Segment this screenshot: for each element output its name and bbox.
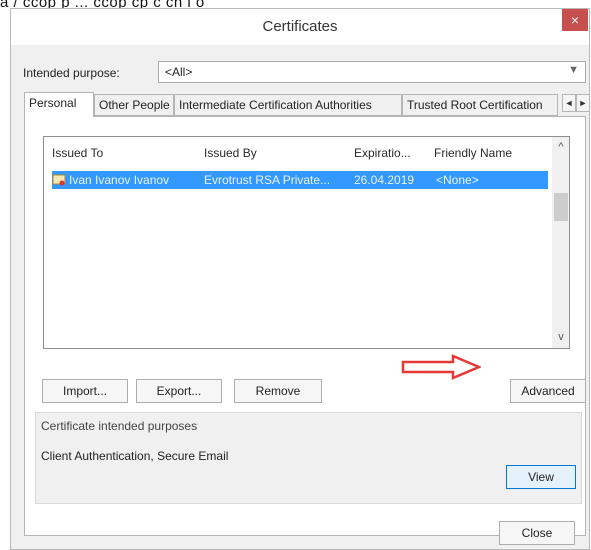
cell-issued-to: Ivan Ivanov Ivanov bbox=[69, 173, 170, 187]
column-expiration[interactable]: Expiratio... bbox=[354, 146, 411, 160]
intended-purposes-text: Client Authentication, Secure Email bbox=[41, 449, 229, 463]
cell-issued-by: Evrotrust RSA Private... bbox=[204, 173, 331, 187]
intended-purposes-groupbox: Certificate intended purposes Client Aut… bbox=[35, 412, 582, 504]
scroll-up-icon[interactable]: ^ bbox=[552, 141, 569, 157]
export-button[interactable]: Export... bbox=[136, 379, 222, 403]
certificates-dialog: Certificates × Intended purpose: <All> ▼… bbox=[10, 8, 590, 550]
certificate-icon bbox=[52, 174, 66, 186]
table-row[interactable]: Ivan Ivanov Ivanov Evrotrust RSA Private… bbox=[52, 171, 548, 189]
column-issued-to[interactable]: Issued To bbox=[52, 146, 103, 160]
window-title: Certificates bbox=[262, 18, 338, 35]
close-icon[interactable]: × bbox=[562, 9, 588, 31]
vertical-scrollbar[interactable]: ^ v bbox=[552, 137, 569, 348]
advanced-button[interactable]: Advanced bbox=[510, 379, 586, 403]
close-button[interactable]: Close bbox=[499, 521, 575, 545]
title-bar: Certificates × bbox=[11, 9, 589, 45]
tab-scroll-right-icon[interactable]: ► bbox=[576, 94, 590, 112]
intended-purposes-title: Certificate intended purposes bbox=[41, 419, 198, 433]
intended-purpose-value: <All> bbox=[165, 65, 193, 79]
scroll-thumb[interactable] bbox=[554, 193, 568, 221]
import-button[interactable]: Import... bbox=[42, 379, 128, 403]
cell-friendly-name: <None> bbox=[436, 173, 479, 187]
tab-personal[interactable]: Personal bbox=[24, 92, 94, 117]
column-friendly-name[interactable]: Friendly Name bbox=[434, 146, 512, 160]
cropped-header-text: a / ccop p ... ccop cp c cn i o bbox=[0, 0, 591, 8]
view-button[interactable]: View bbox=[506, 465, 576, 489]
intended-purpose-select[interactable]: <All> ▼ bbox=[158, 61, 586, 83]
remove-button[interactable]: Remove bbox=[234, 379, 322, 403]
red-arrow-icon bbox=[401, 354, 481, 380]
tab-scroll-left-icon[interactable]: ◄ bbox=[562, 94, 576, 112]
scroll-down-icon[interactable]: v bbox=[552, 331, 569, 347]
personal-tab-panel: Issued To Issued By Expiratio... Friendl… bbox=[24, 116, 586, 536]
certificate-list[interactable]: Issued To Issued By Expiratio... Friendl… bbox=[43, 136, 570, 349]
tab-other-people[interactable]: Other People bbox=[94, 94, 174, 116]
chevron-down-icon: ▼ bbox=[568, 64, 579, 76]
column-issued-by[interactable]: Issued By bbox=[204, 146, 257, 160]
tab-trusted-root[interactable]: Trusted Root Certification bbox=[402, 94, 558, 116]
cell-expiration: 26.04.2019 bbox=[354, 173, 415, 187]
tab-intermediate-ca[interactable]: Intermediate Certification Authorities bbox=[174, 94, 402, 116]
intended-purpose-label: Intended purpose: bbox=[23, 66, 120, 80]
